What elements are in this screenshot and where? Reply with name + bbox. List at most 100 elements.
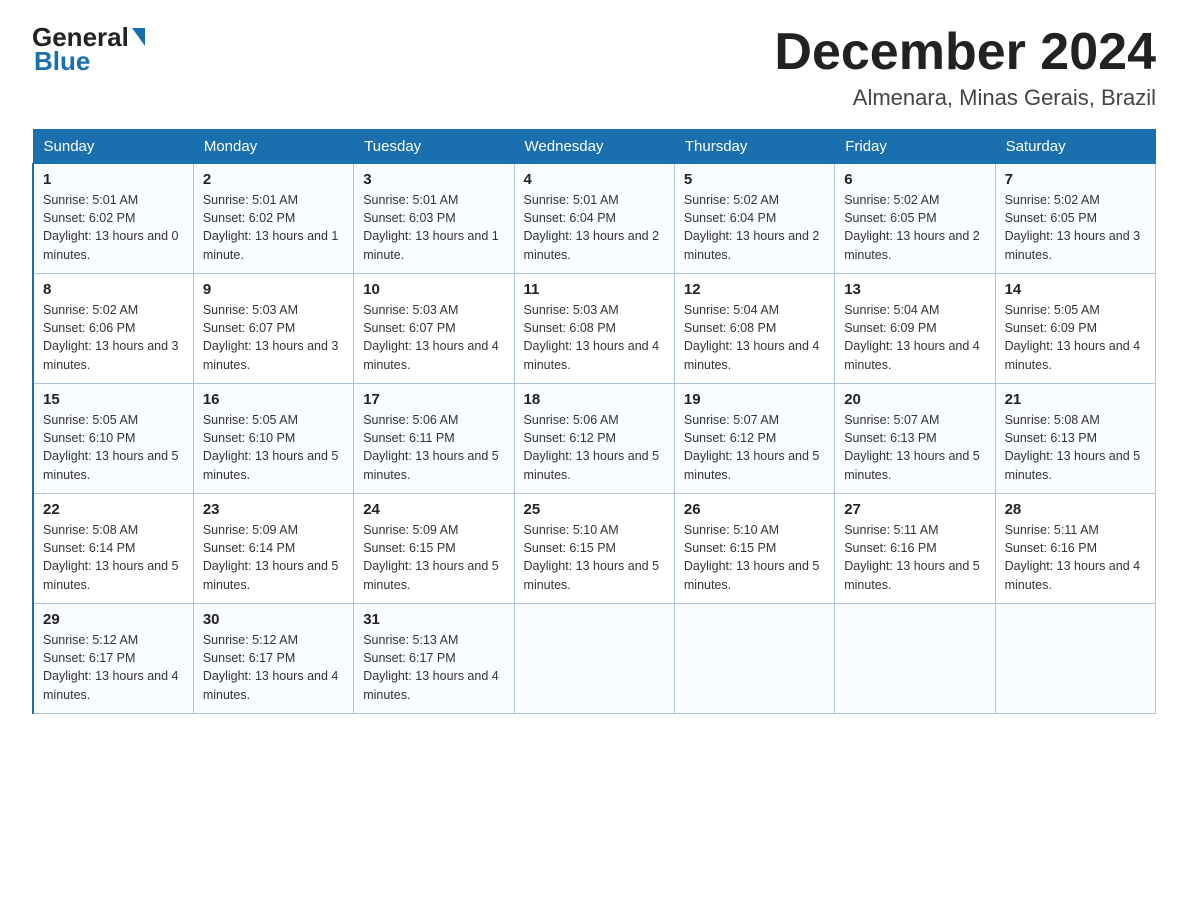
day-info: Sunrise: 5:01 AMSunset: 6:02 PMDaylight:… xyxy=(43,193,179,261)
day-number: 13 xyxy=(844,281,985,298)
table-row: 12 Sunrise: 5:04 AMSunset: 6:08 PMDaylig… xyxy=(674,274,834,384)
day-number: 12 xyxy=(684,281,825,298)
col-sunday: Sunday xyxy=(33,130,193,164)
day-number: 3 xyxy=(363,171,504,188)
day-info: Sunrise: 5:01 AMSunset: 6:02 PMDaylight:… xyxy=(203,193,339,261)
logo-arrow-icon xyxy=(132,28,145,46)
day-number: 18 xyxy=(524,391,665,408)
day-number: 9 xyxy=(203,281,344,298)
table-row: 3 Sunrise: 5:01 AMSunset: 6:03 PMDayligh… xyxy=(354,164,514,274)
day-number: 23 xyxy=(203,501,344,518)
col-saturday: Saturday xyxy=(995,130,1155,164)
day-number: 27 xyxy=(844,501,985,518)
month-title: December 2024 xyxy=(774,24,1156,81)
day-number: 28 xyxy=(1005,501,1146,518)
day-info: Sunrise: 5:01 AMSunset: 6:04 PMDaylight:… xyxy=(524,193,660,261)
table-row: 17 Sunrise: 5:06 AMSunset: 6:11 PMDaylig… xyxy=(354,384,514,494)
table-row: 22 Sunrise: 5:08 AMSunset: 6:14 PMDaylig… xyxy=(33,494,193,604)
table-row: 10 Sunrise: 5:03 AMSunset: 6:07 PMDaylig… xyxy=(354,274,514,384)
table-row: 7 Sunrise: 5:02 AMSunset: 6:05 PMDayligh… xyxy=(995,164,1155,274)
table-row: 8 Sunrise: 5:02 AMSunset: 6:06 PMDayligh… xyxy=(33,274,193,384)
table-row: 24 Sunrise: 5:09 AMSunset: 6:15 PMDaylig… xyxy=(354,494,514,604)
day-number: 17 xyxy=(363,391,504,408)
table-row: 6 Sunrise: 5:02 AMSunset: 6:05 PMDayligh… xyxy=(835,164,995,274)
day-info: Sunrise: 5:04 AMSunset: 6:09 PMDaylight:… xyxy=(844,303,980,371)
calendar-week-row: 8 Sunrise: 5:02 AMSunset: 6:06 PMDayligh… xyxy=(33,274,1156,384)
day-number: 21 xyxy=(1005,391,1146,408)
table-row: 26 Sunrise: 5:10 AMSunset: 6:15 PMDaylig… xyxy=(674,494,834,604)
day-info: Sunrise: 5:02 AMSunset: 6:05 PMDaylight:… xyxy=(844,193,980,261)
table-row: 25 Sunrise: 5:10 AMSunset: 6:15 PMDaylig… xyxy=(514,494,674,604)
table-row xyxy=(514,604,674,714)
table-row: 29 Sunrise: 5:12 AMSunset: 6:17 PMDaylig… xyxy=(33,604,193,714)
day-info: Sunrise: 5:08 AMSunset: 6:13 PMDaylight:… xyxy=(1005,413,1141,481)
day-number: 5 xyxy=(684,171,825,188)
day-number: 24 xyxy=(363,501,504,518)
calendar-week-row: 29 Sunrise: 5:12 AMSunset: 6:17 PMDaylig… xyxy=(33,604,1156,714)
day-info: Sunrise: 5:10 AMSunset: 6:15 PMDaylight:… xyxy=(524,523,660,591)
day-info: Sunrise: 5:06 AMSunset: 6:12 PMDaylight:… xyxy=(524,413,660,481)
page-header: General Blue December 2024 Almenara, Min… xyxy=(32,24,1156,111)
calendar-week-row: 22 Sunrise: 5:08 AMSunset: 6:14 PMDaylig… xyxy=(33,494,1156,604)
day-info: Sunrise: 5:10 AMSunset: 6:15 PMDaylight:… xyxy=(684,523,820,591)
day-number: 8 xyxy=(43,281,184,298)
day-number: 14 xyxy=(1005,281,1146,298)
table-row: 31 Sunrise: 5:13 AMSunset: 6:17 PMDaylig… xyxy=(354,604,514,714)
day-number: 10 xyxy=(363,281,504,298)
table-row: 16 Sunrise: 5:05 AMSunset: 6:10 PMDaylig… xyxy=(193,384,353,494)
day-info: Sunrise: 5:05 AMSunset: 6:10 PMDaylight:… xyxy=(203,413,339,481)
day-number: 1 xyxy=(43,171,184,188)
day-number: 20 xyxy=(844,391,985,408)
day-info: Sunrise: 5:11 AMSunset: 6:16 PMDaylight:… xyxy=(844,523,980,591)
day-info: Sunrise: 5:01 AMSunset: 6:03 PMDaylight:… xyxy=(363,193,499,261)
day-info: Sunrise: 5:05 AMSunset: 6:09 PMDaylight:… xyxy=(1005,303,1141,371)
day-info: Sunrise: 5:07 AMSunset: 6:13 PMDaylight:… xyxy=(844,413,980,481)
table-row: 21 Sunrise: 5:08 AMSunset: 6:13 PMDaylig… xyxy=(995,384,1155,494)
table-row: 11 Sunrise: 5:03 AMSunset: 6:08 PMDaylig… xyxy=(514,274,674,384)
day-number: 11 xyxy=(524,281,665,298)
table-row xyxy=(835,604,995,714)
table-row: 1 Sunrise: 5:01 AMSunset: 6:02 PMDayligh… xyxy=(33,164,193,274)
day-info: Sunrise: 5:03 AMSunset: 6:07 PMDaylight:… xyxy=(363,303,499,371)
col-friday: Friday xyxy=(835,130,995,164)
day-info: Sunrise: 5:09 AMSunset: 6:15 PMDaylight:… xyxy=(363,523,499,591)
day-number: 22 xyxy=(43,501,184,518)
day-info: Sunrise: 5:05 AMSunset: 6:10 PMDaylight:… xyxy=(43,413,179,481)
table-row: 13 Sunrise: 5:04 AMSunset: 6:09 PMDaylig… xyxy=(835,274,995,384)
table-row xyxy=(995,604,1155,714)
table-row: 9 Sunrise: 5:03 AMSunset: 6:07 PMDayligh… xyxy=(193,274,353,384)
day-info: Sunrise: 5:12 AMSunset: 6:17 PMDaylight:… xyxy=(203,633,339,701)
day-info: Sunrise: 5:09 AMSunset: 6:14 PMDaylight:… xyxy=(203,523,339,591)
day-number: 2 xyxy=(203,171,344,188)
col-wednesday: Wednesday xyxy=(514,130,674,164)
table-row: 28 Sunrise: 5:11 AMSunset: 6:16 PMDaylig… xyxy=(995,494,1155,604)
day-number: 29 xyxy=(43,611,184,628)
col-monday: Monday xyxy=(193,130,353,164)
table-row: 2 Sunrise: 5:01 AMSunset: 6:02 PMDayligh… xyxy=(193,164,353,274)
table-row: 30 Sunrise: 5:12 AMSunset: 6:17 PMDaylig… xyxy=(193,604,353,714)
day-info: Sunrise: 5:12 AMSunset: 6:17 PMDaylight:… xyxy=(43,633,179,701)
day-info: Sunrise: 5:03 AMSunset: 6:08 PMDaylight:… xyxy=(524,303,660,371)
day-info: Sunrise: 5:06 AMSunset: 6:11 PMDaylight:… xyxy=(363,413,499,481)
calendar-table: Sunday Monday Tuesday Wednesday Thursday… xyxy=(32,129,1156,714)
day-number: 16 xyxy=(203,391,344,408)
day-info: Sunrise: 5:03 AMSunset: 6:07 PMDaylight:… xyxy=(203,303,339,371)
day-info: Sunrise: 5:11 AMSunset: 6:16 PMDaylight:… xyxy=(1005,523,1141,591)
table-row: 27 Sunrise: 5:11 AMSunset: 6:16 PMDaylig… xyxy=(835,494,995,604)
col-tuesday: Tuesday xyxy=(354,130,514,164)
calendar-header-row: Sunday Monday Tuesday Wednesday Thursday… xyxy=(33,130,1156,164)
day-info: Sunrise: 5:02 AMSunset: 6:04 PMDaylight:… xyxy=(684,193,820,261)
day-number: 7 xyxy=(1005,171,1146,188)
day-number: 25 xyxy=(524,501,665,518)
table-row: 18 Sunrise: 5:06 AMSunset: 6:12 PMDaylig… xyxy=(514,384,674,494)
day-info: Sunrise: 5:13 AMSunset: 6:17 PMDaylight:… xyxy=(363,633,499,701)
col-thursday: Thursday xyxy=(674,130,834,164)
day-info: Sunrise: 5:08 AMSunset: 6:14 PMDaylight:… xyxy=(43,523,179,591)
day-info: Sunrise: 5:02 AMSunset: 6:06 PMDaylight:… xyxy=(43,303,179,371)
title-area: December 2024 Almenara, Minas Gerais, Br… xyxy=(774,24,1156,111)
day-number: 6 xyxy=(844,171,985,188)
calendar-week-row: 15 Sunrise: 5:05 AMSunset: 6:10 PMDaylig… xyxy=(33,384,1156,494)
table-row: 15 Sunrise: 5:05 AMSunset: 6:10 PMDaylig… xyxy=(33,384,193,494)
day-number: 26 xyxy=(684,501,825,518)
day-number: 31 xyxy=(363,611,504,628)
